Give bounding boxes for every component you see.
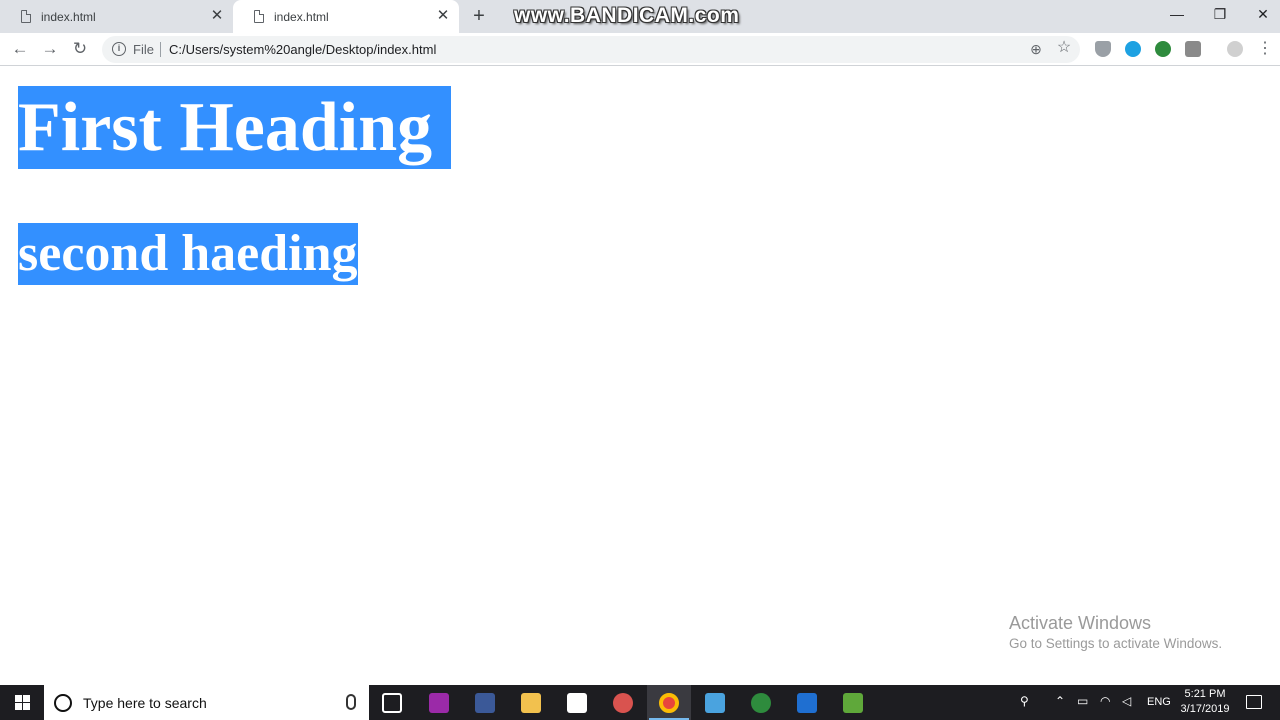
paint-app-icon[interactable] bbox=[613, 693, 633, 713]
minimize-icon[interactable]: — bbox=[1165, 4, 1189, 24]
back-arrow-icon[interactable]: ← bbox=[9, 38, 31, 60]
tab-1[interactable]: index.html ✕ bbox=[0, 0, 233, 33]
close-icon[interactable]: ✕ bbox=[435, 8, 451, 24]
globe-extension-icon[interactable] bbox=[1155, 41, 1171, 57]
file-explorer-icon[interactable] bbox=[521, 693, 541, 713]
tab-title: index.html bbox=[274, 9, 329, 24]
store-icon[interactable] bbox=[567, 693, 587, 713]
close-window-icon[interactable]: ✕ bbox=[1251, 4, 1275, 24]
facebook-icon[interactable] bbox=[475, 693, 495, 713]
shield-extension-icon[interactable] bbox=[1095, 41, 1111, 57]
taskbar: Type here to search ⚲ ⌃ ▭ ◠ ◁ ENG 5:21 P… bbox=[0, 685, 1280, 720]
tab-2[interactable]: index.html ✕ bbox=[233, 0, 459, 33]
cortana-icon bbox=[54, 694, 72, 712]
first-heading: First Heading bbox=[18, 86, 452, 169]
windows-logo-icon bbox=[15, 695, 30, 710]
forward-arrow-icon[interactable]: → bbox=[39, 38, 61, 60]
clock-date: 3/17/2019 bbox=[1180, 703, 1230, 715]
people-icon[interactable]: ⚲ bbox=[1020, 694, 1029, 708]
reload-icon[interactable]: ↻ bbox=[69, 38, 91, 60]
language-indicator[interactable]: ENG bbox=[1147, 696, 1171, 708]
activate-title: Activate Windows bbox=[1009, 613, 1152, 633]
activate-subtitle: Go to Settings to activate Windows. bbox=[1009, 636, 1223, 651]
second-heading: second haeding bbox=[18, 223, 358, 285]
download-manager-icon[interactable] bbox=[751, 693, 771, 713]
search-placeholder: Type here to search bbox=[83, 695, 207, 711]
recorder-watermark: www.BANDICAM.com bbox=[514, 4, 740, 27]
battery-icon[interactable]: ▭ bbox=[1077, 694, 1088, 708]
page-content: First Heading second haeding Activate Wi… bbox=[0, 67, 1280, 685]
word-document-icon[interactable] bbox=[797, 693, 817, 713]
url-text[interactable]: C:/Users/system%20angle/Desktop/index.ht… bbox=[169, 42, 436, 57]
task-view-icon[interactable] bbox=[382, 693, 402, 713]
restore-icon[interactable]: ❐ bbox=[1208, 4, 1232, 24]
volume-icon[interactable]: ◁ bbox=[1122, 694, 1131, 708]
chrome-icon bbox=[659, 693, 679, 713]
notification-icon[interactable] bbox=[1246, 695, 1262, 709]
zoom-icon[interactable]: ⊕ bbox=[1027, 40, 1045, 58]
wifi-icon[interactable]: ◠ bbox=[1100, 694, 1110, 708]
taskbar-search[interactable]: Type here to search bbox=[44, 685, 369, 720]
chrome-taskbar-button[interactable] bbox=[647, 685, 691, 720]
skype-extension-icon[interactable] bbox=[1125, 41, 1141, 57]
notepad-plus-icon[interactable] bbox=[843, 693, 863, 713]
menu-kebab-icon[interactable]: ⋮ bbox=[1254, 38, 1276, 60]
plus-icon[interactable]: + bbox=[468, 6, 490, 28]
document-icon bbox=[21, 10, 31, 23]
chevron-up-icon[interactable]: ⌃ bbox=[1055, 694, 1065, 708]
tab-strip: index.html ✕ index.html ✕ + www.BANDICAM… bbox=[0, 0, 1280, 33]
screen: index.html ✕ index.html ✕ + www.BANDICAM… bbox=[0, 0, 1280, 720]
tab-title: index.html bbox=[41, 9, 96, 24]
close-icon[interactable]: ✕ bbox=[209, 8, 225, 24]
address-separator bbox=[160, 42, 161, 57]
profile-avatar-icon[interactable] bbox=[1227, 41, 1243, 57]
info-icon[interactable]: i bbox=[112, 42, 126, 56]
puzzle-extension-icon[interactable] bbox=[1185, 41, 1201, 57]
document-icon bbox=[254, 10, 264, 23]
laptop-app-icon[interactable] bbox=[705, 693, 725, 713]
address-bar[interactable]: i File C:/Users/system%20angle/Desktop/i… bbox=[102, 36, 1080, 63]
scheme-label: File bbox=[133, 42, 154, 57]
start-button[interactable] bbox=[0, 685, 44, 720]
star-icon[interactable]: ☆ bbox=[1055, 39, 1073, 57]
browser-toolbar: ← → ↻ i File C:/Users/system%20angle/Des… bbox=[0, 33, 1280, 66]
clock[interactable]: 5:21 PM 3/17/2019 bbox=[1172, 687, 1238, 717]
clock-time: 5:21 PM bbox=[1184, 688, 1226, 700]
activate-windows-notice: Activate Windows Go to Settings to activ… bbox=[1009, 612, 1222, 654]
whatsapp-icon[interactable] bbox=[429, 693, 449, 713]
microphone-icon[interactable] bbox=[346, 694, 356, 710]
